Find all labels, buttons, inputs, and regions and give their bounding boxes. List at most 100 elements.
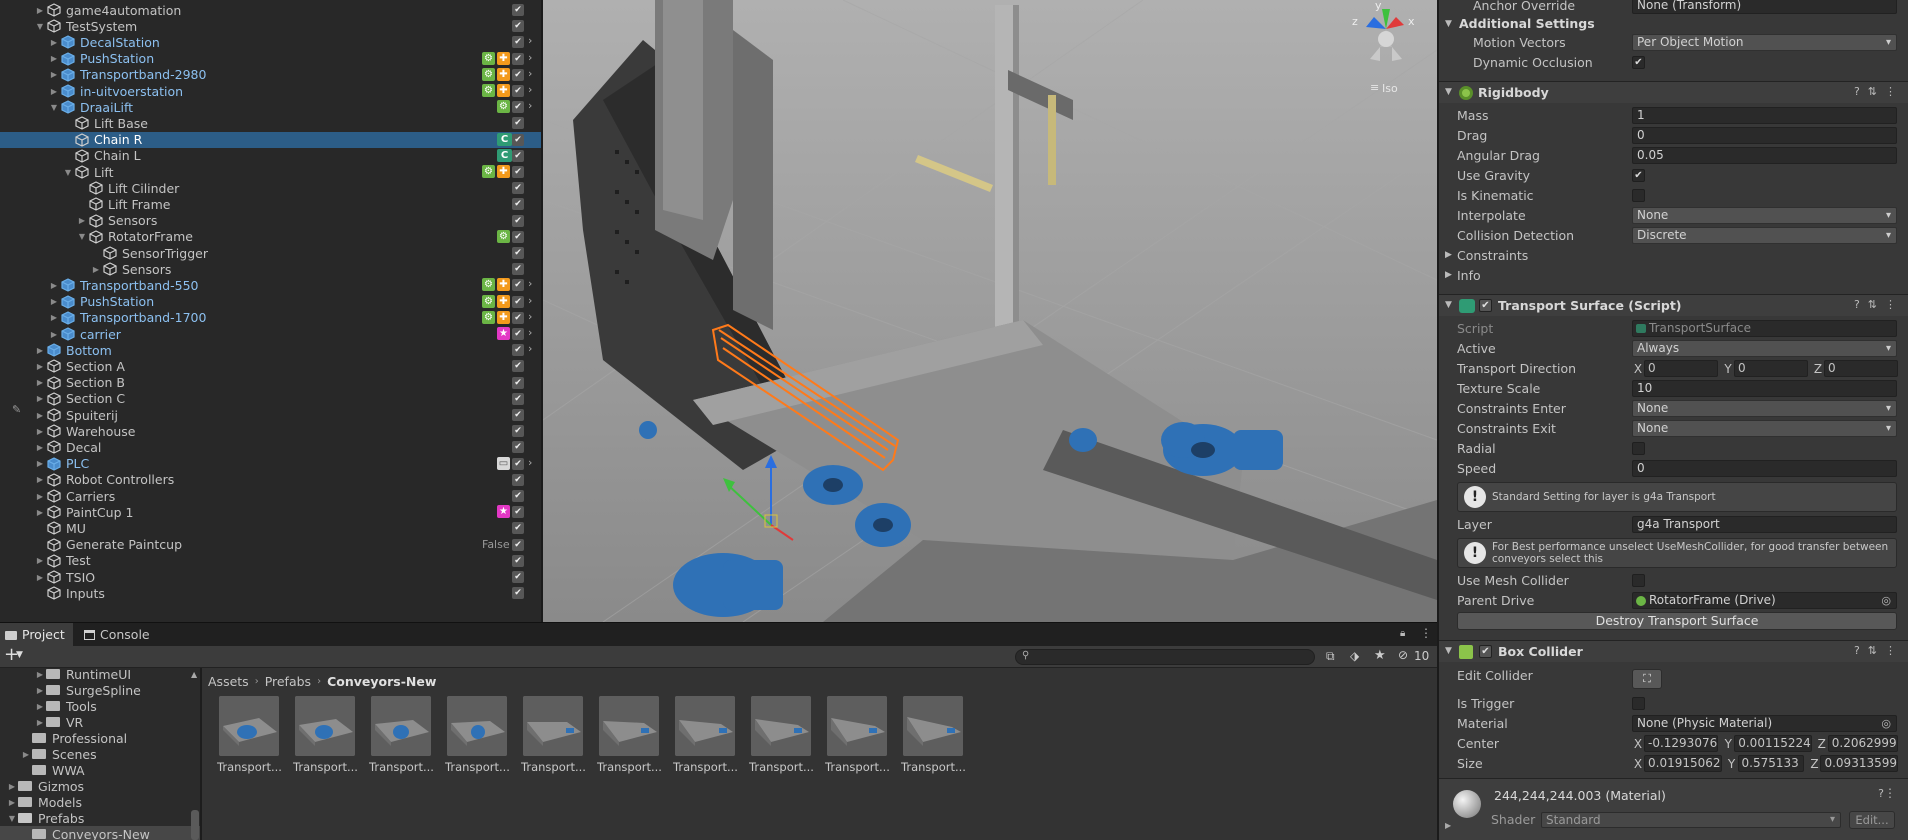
chevron-right-icon[interactable]: ▶ [1445,270,1452,280]
active-toggle-checkbox[interactable]: ✔ [512,101,524,114]
hierarchy-row[interactable]: ▼ RotatorFrame ⚙ ✔ [0,229,541,245]
chevron-right-icon[interactable]: ▶ [48,281,60,290]
gizmo-axis-z[interactable]: z [1352,15,1358,28]
texture-scale-field[interactable]: 10 [1632,380,1897,397]
chevron-right-icon[interactable]: ▶ [34,394,46,403]
active-toggle-checkbox[interactable]: ✔ [512,522,524,535]
active-toggle-checkbox[interactable]: ✔ [512,441,524,454]
active-toggle-checkbox[interactable]: ✔ [512,473,524,486]
hierarchy-row[interactable]: ▶ DecalStation ✔ › [0,34,541,50]
direction-y-field[interactable]: 0 [1734,360,1808,377]
chevron-right-icon[interactable]: › [528,34,532,47]
interpolate-dropdown[interactable]: None [1632,207,1897,224]
folder-tree-item[interactable]: ▶ Gizmos [0,778,200,794]
hierarchy-row[interactable]: Chain R C ✔ [0,131,541,148]
hierarchy-row[interactable]: Inputs ✔ [0,585,541,601]
preset-icon[interactable]: ⇅ [1868,85,1877,98]
center-z-field[interactable]: 0.2062999 [1827,735,1898,752]
chevron-right-icon[interactable]: ▶ [34,378,46,387]
radial-checkbox[interactable] [1632,442,1645,455]
hierarchy-row[interactable]: ▶ in-uitvoerstation ⚙ ✚ ✔ › [0,83,541,99]
active-toggle-checkbox[interactable]: ✔ [512,133,524,146]
scene-view[interactable]: z y x ≡ Iso [543,0,1437,622]
folder-tree-item[interactable]: ▶ Tools [0,698,200,714]
folder-tree-item[interactable]: WWA [0,762,200,778]
chevron-right-icon[interactable]: › [528,456,532,469]
active-toggle-checkbox[interactable]: ✔ [512,52,524,65]
gizmo-axis-x[interactable]: x [1408,15,1415,28]
folder-tree-item[interactable]: ▶ Models [0,794,200,810]
filter-by-type-icon[interactable]: ⧉ [1326,649,1335,664]
chevron-right-icon[interactable]: ▶ [34,443,46,452]
chevron-down-icon[interactable]: ▼ [76,232,88,241]
hierarchy-row[interactable]: ▶ Section B ✔ [0,375,541,391]
chevron-right-icon[interactable]: ▶ [76,216,88,225]
mass-field[interactable]: 1 [1632,107,1897,124]
size-x-field[interactable]: 0.01915062 [1644,755,1722,772]
edit-collider-button[interactable]: ⛶ [1632,669,1662,689]
hierarchy-row[interactable]: Chain L C ✔ [0,148,541,164]
hierarchy-row[interactable]: Lift Frame ✔ [0,196,541,212]
box-collider-header[interactable]: ▼ ✔ Box Collider ? ⇅ ⋮ [1439,640,1908,662]
folder-tree-item[interactable]: ▶ Scenes [0,746,200,762]
active-toggle-checkbox[interactable]: ✔ [512,149,524,162]
active-toggle-checkbox[interactable]: ✔ [512,85,524,97]
hidden-packages-icon[interactable]: ⊘ [1398,648,1408,662]
direction-z-field[interactable]: 0 [1824,360,1898,377]
lock-icon[interactable]: 🔒︎ [1400,628,1405,639]
folder-tree-item[interactable]: ▼ Prefabs [0,810,200,826]
prefab-asset[interactable]: Transport... [217,696,281,776]
prefab-asset[interactable]: Transport... [293,696,357,776]
active-toggle-checkbox[interactable]: ✔ [512,166,524,178]
tree-scrollbar[interactable] [191,810,199,840]
active-toggle-checkbox[interactable]: ✔ [512,328,524,340]
use-gravity-checkbox[interactable]: ✔ [1632,169,1645,182]
chevron-right-icon[interactable]: ▶ [34,346,46,355]
size-z-field[interactable]: 0.09313599 [1820,755,1898,772]
constraints-exit-dropdown[interactable]: None [1632,420,1897,437]
hierarchy-row[interactable]: ▼ TestSystem ✔ [0,18,541,34]
folder-tree-item[interactable]: ▶ VR [0,714,200,730]
chevron-right-icon[interactable]: ▶ [34,508,46,517]
hierarchy-row[interactable]: ▶ Sensors ✔ [0,213,541,229]
active-toggle-checkbox[interactable]: ✔ [512,506,524,519]
more-options-icon[interactable]: ⋮ [1885,85,1896,98]
chevron-down-icon[interactable]: ▼ [48,103,60,112]
prefab-asset[interactable]: Transport... [901,696,965,776]
hierarchy-row[interactable]: ▼ DraaiLift ⚙ ✔ › [0,99,541,115]
help-icon[interactable]: ? [1854,298,1860,311]
chevron-right-icon[interactable]: ▶ [34,492,46,501]
active-toggle-checkbox[interactable]: ✔ [512,457,524,470]
preset-icon[interactable]: ⇅ [1868,644,1877,657]
active-toggle-checkbox[interactable]: ✔ [512,214,524,227]
layer-field[interactable]: g4a Transport [1632,516,1897,533]
chevron-right-icon[interactable]: › [528,67,532,80]
scene-visibility-icon[interactable]: ✎ [12,403,21,416]
hierarchy-row[interactable]: ▶ Warehouse ✔ [0,423,541,439]
hierarchy-row[interactable]: ▶ Spuiterij ✔ [0,407,541,423]
more-options-icon[interactable]: ⋮ [1885,298,1896,311]
projection-label[interactable]: Iso [1382,82,1398,95]
hierarchy-row[interactable]: ▶ Section A ✔ [0,358,541,374]
is-trigger-checkbox[interactable] [1632,697,1645,710]
gizmo-axis-y[interactable]: y [1375,0,1382,12]
help-icon[interactable]: ? [1854,644,1860,657]
chevron-right-icon[interactable]: ▶ [34,702,46,711]
active-toggle-checkbox[interactable]: ✔ [512,279,524,292]
object-picker-icon[interactable]: ◎ [1881,716,1891,731]
hierarchy-row[interactable]: ▶ Transportband-550 ⚙ ✚ ✔ › [0,277,541,293]
active-toggle-checkbox[interactable]: ✔ [512,554,524,567]
breadcrumb-assets[interactable]: Assets [208,674,249,689]
active-dropdown[interactable]: Always [1632,340,1897,357]
rigidbody-header[interactable]: ▼ Rigidbody ? ⇅ ⋮ [1439,81,1908,103]
active-toggle-checkbox[interactable]: ✔ [512,587,524,600]
hierarchy-row[interactable]: ▶ TSIO ✔ [0,569,541,585]
hierarchy-row[interactable]: Generate Paintcup False ✔ [0,537,541,553]
chevron-right-icon[interactable]: ▶ [48,54,60,63]
hierarchy-row[interactable]: ▶ PushStation ⚙ ✚ ✔ › [0,51,541,67]
constraints-enter-dropdown[interactable]: None [1632,400,1897,417]
chevron-right-icon[interactable]: › [528,83,532,96]
chevron-right-icon[interactable]: › [528,277,532,290]
folder-tree-item[interactable]: Conveyors-New [0,826,200,840]
active-toggle-checkbox[interactable]: ✔ [512,425,524,438]
